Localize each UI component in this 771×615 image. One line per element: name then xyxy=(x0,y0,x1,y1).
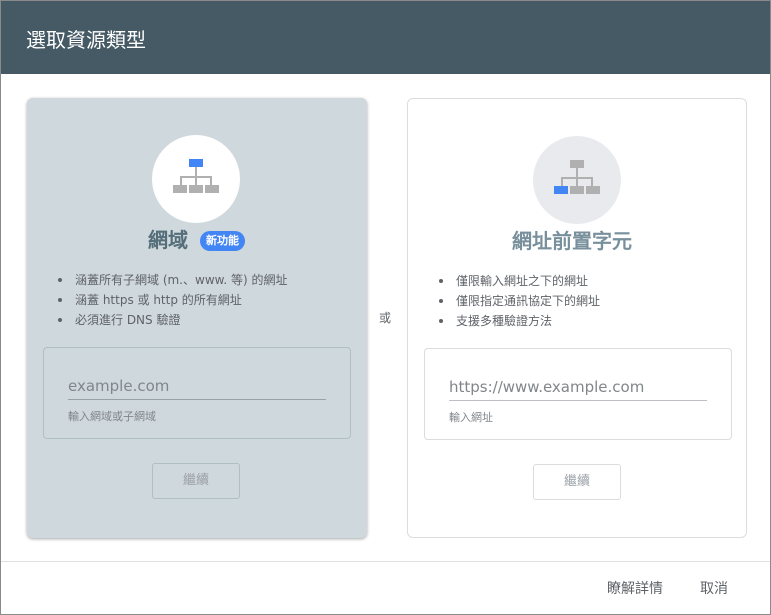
sitemap-icon xyxy=(554,160,600,194)
domain-property-card[interactable]: 網域 新功能 涵蓋所有子網域 (m.、www. 等) 的網址 涵蓋 https … xyxy=(27,98,367,538)
domain-icon-circle xyxy=(152,135,240,223)
dialog-header: 選取資源類型 xyxy=(1,1,770,74)
list-item: 支援多種驗證方法 xyxy=(436,311,600,331)
list-item: 涵蓋所有子網域 (m.、www. 等) 的網址 xyxy=(55,270,287,290)
or-separator: 或 xyxy=(379,311,392,325)
prefix-input-box: https://www.example.com 輸入網址 xyxy=(424,348,732,440)
footer-divider xyxy=(1,561,770,562)
prefix-feature-list: 僅限輸入網址之下的網址 僅限指定通訊協定下的網址 支援多種驗證方法 xyxy=(436,271,600,331)
domain-input-underline xyxy=(68,399,326,400)
list-item: 必須進行 DNS 驗證 xyxy=(55,310,287,330)
select-property-type-dialog: 選取資源類型 網域 新功能 涵蓋所有子網域 (m.、www. 等) 的網址 涵蓋… xyxy=(0,0,771,615)
cancel-button[interactable]: 取消 xyxy=(700,579,728,599)
domain-input-box: example.com 輸入網域或子網域 xyxy=(43,347,351,439)
new-feature-badge: 新功能 xyxy=(200,231,245,251)
domain-card-title: 網域 xyxy=(148,228,188,252)
list-item: 涵蓋 https 或 http 的所有網址 xyxy=(55,290,287,310)
list-item: 僅限指定通訊協定下的網址 xyxy=(436,291,600,311)
prefix-input-underline xyxy=(449,400,707,401)
prefix-card-title: 網址前置字元 xyxy=(512,229,632,253)
dialog-title: 選取資源類型 xyxy=(26,28,146,52)
domain-input[interactable]: example.com xyxy=(68,376,169,396)
prefix-input-helper: 輸入網址 xyxy=(449,411,493,424)
sitemap-icon xyxy=(173,159,219,193)
url-prefix-input[interactable]: https://www.example.com xyxy=(449,377,644,397)
prefix-continue-button[interactable]: 繼續 xyxy=(533,464,621,500)
url-prefix-property-card[interactable]: 網址前置字元 僅限輸入網址之下的網址 僅限指定通訊協定下的網址 支援多種驗證方法… xyxy=(407,98,747,538)
domain-feature-list: 涵蓋所有子網域 (m.、www. 等) 的網址 涵蓋 https 或 http … xyxy=(55,270,287,330)
domain-continue-button[interactable]: 繼續 xyxy=(152,463,240,499)
domain-input-helper: 輸入網域或子網域 xyxy=(68,410,156,423)
learn-more-button[interactable]: 瞭解詳情 xyxy=(607,579,663,599)
prefix-icon-circle xyxy=(533,136,621,224)
list-item: 僅限輸入網址之下的網址 xyxy=(436,271,600,291)
